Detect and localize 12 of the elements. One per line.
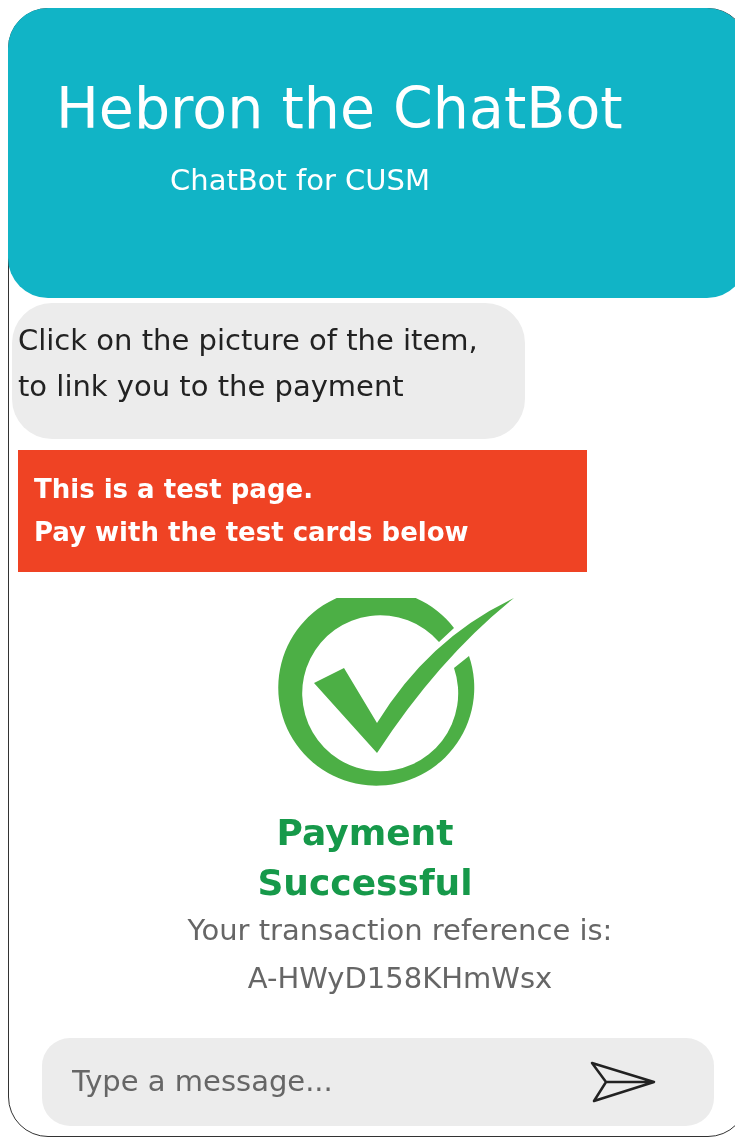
- message-composer[interactable]: Type a message...: [42, 1038, 714, 1126]
- bot-message: Click on the picture of the item, to link you to the payment: [12, 303, 525, 439]
- transaction-text: Your transaction reference is:: [187, 912, 613, 949]
- send-icon[interactable]: [590, 1061, 656, 1103]
- success-title: Payment: [276, 811, 454, 855]
- success-title: Successful: [257, 861, 473, 905]
- notice-text: Pay with the test cards below: [34, 516, 470, 549]
- message-input[interactable]: Type a message...: [72, 1060, 590, 1104]
- transaction-text: A-HWyD158KHmWsx: [247, 960, 553, 997]
- notice-text: This is a test page.: [34, 473, 315, 506]
- chatbot-subtitle: ChatBot for CUSM: [169, 162, 431, 198]
- chatbot-title: Hebron the ChatBot: [55, 76, 624, 140]
